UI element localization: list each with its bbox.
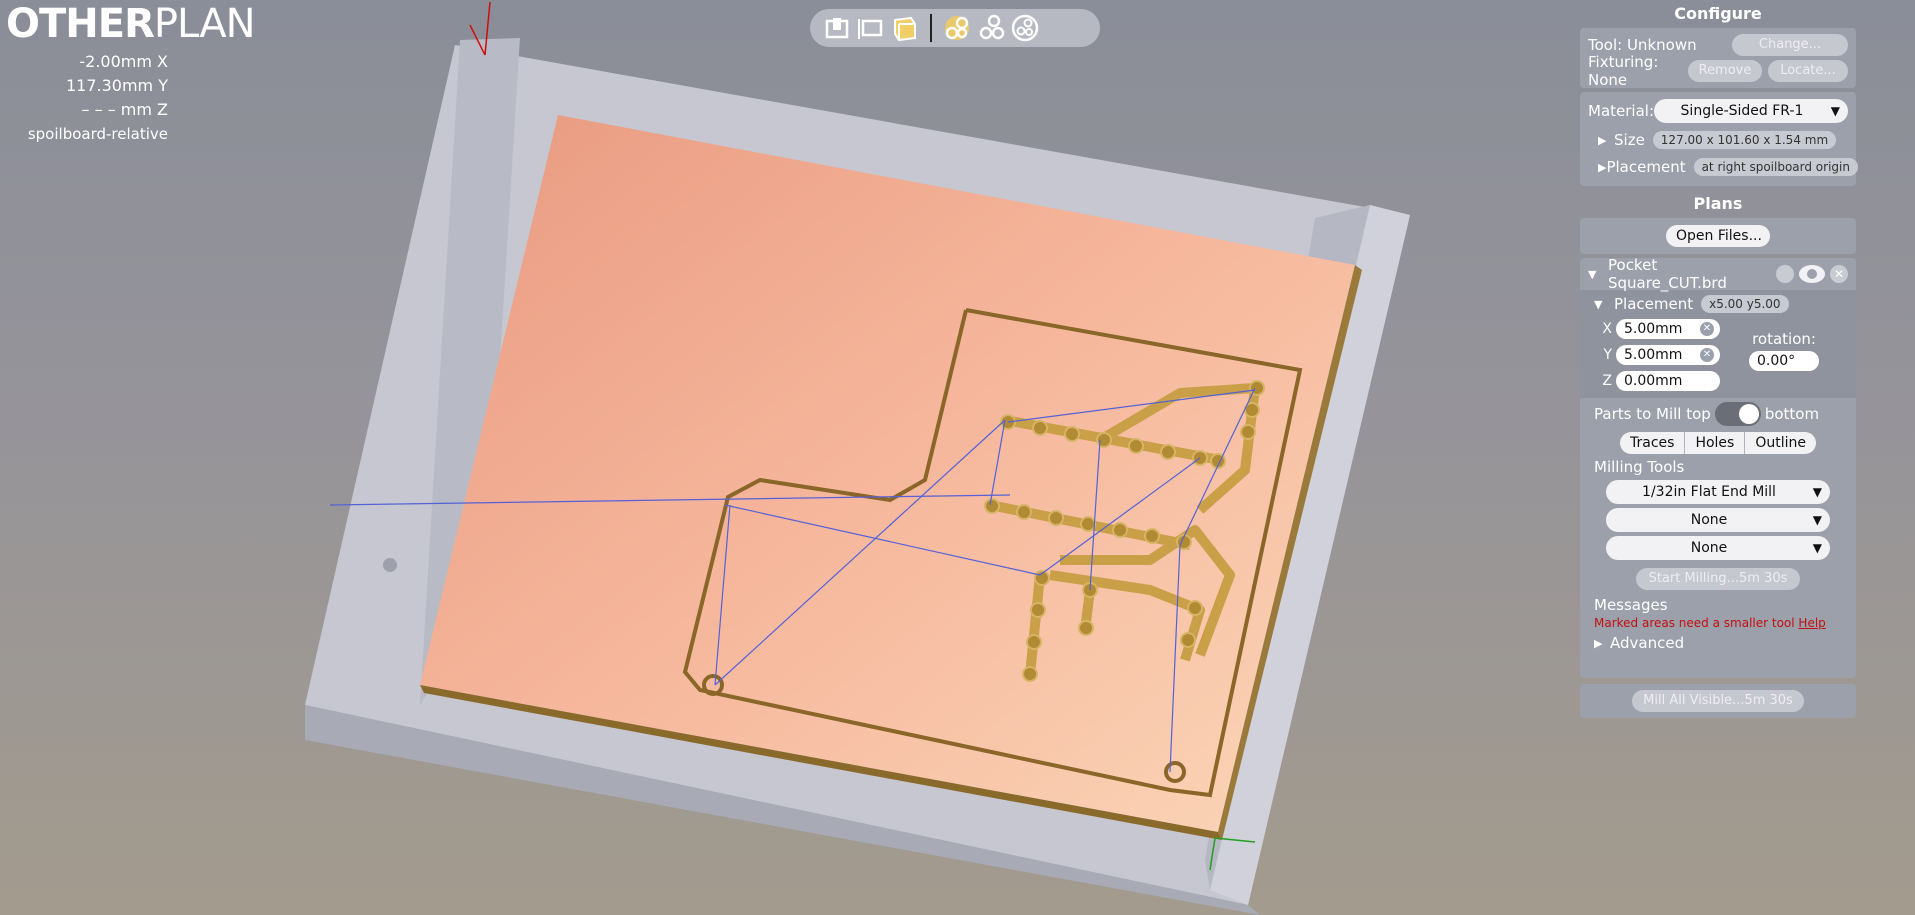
eye-icon[interactable] — [1799, 265, 1825, 283]
coord-y: 117.30mm Y — [65, 76, 168, 95]
plan-file-name: Pocket Square_CUT.brd — [1608, 256, 1727, 292]
chevron-down-icon: ▼ — [1812, 541, 1822, 555]
plan-placement-value: x5.00 y5.00 — [1701, 295, 1789, 313]
help-link[interactable]: Help — [1798, 616, 1825, 630]
logo-part-other: OTHER — [6, 1, 155, 47]
parts-bottom-label: bottom — [1764, 405, 1820, 423]
size-value: 127.00 x 101.60 x 1.54 mm — [1652, 131, 1837, 149]
tab-holes[interactable]: Holes — [1685, 432, 1746, 454]
placement-panel: ▼ Placement x5.00 y5.00 X ✕ Y — [1580, 290, 1856, 398]
open-files-card: Open Files... — [1580, 218, 1856, 254]
iso-view-icon[interactable] — [888, 11, 922, 45]
close-icon[interactable]: ✕ — [1830, 265, 1848, 283]
material-label: Material: — [1588, 102, 1654, 120]
collapse-triangle-icon[interactable]: ▼ — [1588, 268, 1604, 281]
size-label: Size — [1614, 131, 1645, 149]
rotation-label: rotation: — [1752, 330, 1816, 348]
tool-card: Tool: Unknown Change... Fixturing: None … — [1580, 28, 1856, 89]
milling-tabs: Traces Holes Outline — [1580, 432, 1856, 454]
remove-fixturing-button[interactable]: Remove — [1688, 60, 1762, 82]
configure-title: Configure — [1674, 4, 1762, 23]
coord-reference: spoilboard-relative — [27, 125, 168, 143]
plan-file-card: ▼ Pocket Square_CUT.brd ✕ ▼ Placement x5… — [1580, 256, 1856, 678]
expand-triangle-icon: ▶ — [1594, 636, 1603, 650]
tool-3-select[interactable]: None ▼ — [1606, 536, 1830, 560]
mill-all-card: Mill All Visible...5m 30s — [1580, 684, 1856, 718]
rotation-input[interactable] — [1749, 351, 1819, 371]
clear-x-icon[interactable]: ✕ — [1700, 322, 1714, 336]
fixturing-label: Fixturing: None — [1588, 53, 1659, 89]
open-files-button[interactable]: Open Files... — [1666, 225, 1770, 247]
control-panel: Configure Tool: Unknown Change... Fixtur… — [1580, 0, 1858, 915]
chevron-down-icon: ▼ — [1812, 513, 1822, 527]
chevron-down-icon: ▼ — [1812, 485, 1822, 499]
expand-triangle-icon: ▶ — [1598, 160, 1607, 174]
tab-outline[interactable]: Outline — [1745, 432, 1816, 454]
parts-to-mill-label: Parts to Mill top — [1594, 405, 1711, 423]
toggle-knob — [1738, 404, 1759, 424]
tool-label: Tool: Unknown — [1588, 36, 1697, 54]
toolbar-separator — [930, 14, 932, 42]
show-toolpaths-icon[interactable] — [974, 11, 1008, 45]
collapse-triangle-icon[interactable]: ▼ — [1594, 298, 1610, 311]
view-toolbar — [810, 9, 1100, 47]
material-select[interactable]: Single-Sided FR-1 ▼ — [1654, 99, 1848, 123]
chevron-down-icon: ▼ — [1830, 104, 1840, 118]
messages-label: Messages — [1594, 596, 1668, 614]
material-placement-value: at right spoilboard origin — [1693, 158, 1858, 176]
change-tool-button[interactable]: Change... — [1732, 34, 1848, 56]
top-bottom-toggle[interactable] — [1714, 402, 1761, 426]
mill-all-button[interactable]: Mill All Visible...5m 30s — [1632, 690, 1804, 712]
otherplan-logo: OTHERPLAN — [6, 2, 255, 46]
z-label: Z — [1602, 373, 1612, 389]
x-label: X — [1602, 321, 1612, 337]
plan-placement-label: Placement — [1614, 295, 1694, 313]
reload-icon[interactable] — [1776, 265, 1794, 283]
milling-tools-label: Milling Tools — [1594, 458, 1685, 476]
coord-x: -2.00mm X — [79, 52, 168, 71]
locate-fixturing-button[interactable]: Locate... — [1768, 60, 1848, 82]
tool-2-value: None — [1690, 512, 1728, 528]
material-card: Material: Single-Sided FR-1 ▼ ▶ Size 127… — [1580, 92, 1858, 186]
z-offset-input[interactable] — [1616, 371, 1720, 391]
logo-part-plan: PLAN — [153, 1, 256, 47]
top-view-icon[interactable] — [854, 11, 888, 45]
home-view-icon[interactable] — [820, 11, 854, 45]
tool-1-value: 1/32in Flat End Mill — [1642, 484, 1776, 500]
position-readout: -2.00mm X 117.30mm Y – – – mm Z spoilboa… — [20, 50, 168, 146]
advanced-label: Advanced — [1610, 634, 1685, 652]
material-value: Single-Sided FR-1 — [1680, 103, 1804, 119]
y-label: Y — [1603, 347, 1612, 363]
tab-traces[interactable]: Traces — [1620, 432, 1686, 454]
size-row[interactable]: ▶ Size 127.00 x 101.60 x 1.54 mm — [1588, 126, 1848, 154]
material-placement-row[interactable]: ▶ Placement at right spoilboard origin — [1588, 154, 1858, 180]
message-text: Marked areas need a smaller tool — [1594, 616, 1795, 630]
coord-z: – – – mm Z — [81, 100, 168, 119]
start-milling-button[interactable]: Start Milling...5m 30s — [1636, 568, 1800, 590]
tool-2-select[interactable]: None ▼ — [1606, 508, 1830, 532]
message-warning: Marked areas need a smaller tool Help — [1580, 616, 1856, 630]
tool-3-value: None — [1690, 540, 1728, 556]
clear-y-icon[interactable]: ✕ — [1700, 348, 1714, 362]
show-simulation-icon[interactable] — [1008, 11, 1042, 45]
show-traces-icon[interactable] — [940, 11, 974, 45]
expand-triangle-icon: ▶ — [1598, 133, 1607, 147]
advanced-row[interactable]: ▶ Advanced — [1580, 630, 1856, 656]
material-placement-label: Placement — [1606, 158, 1686, 176]
plans-title: Plans — [1693, 194, 1743, 213]
tool-1-select[interactable]: 1/32in Flat End Mill ▼ — [1606, 480, 1830, 504]
